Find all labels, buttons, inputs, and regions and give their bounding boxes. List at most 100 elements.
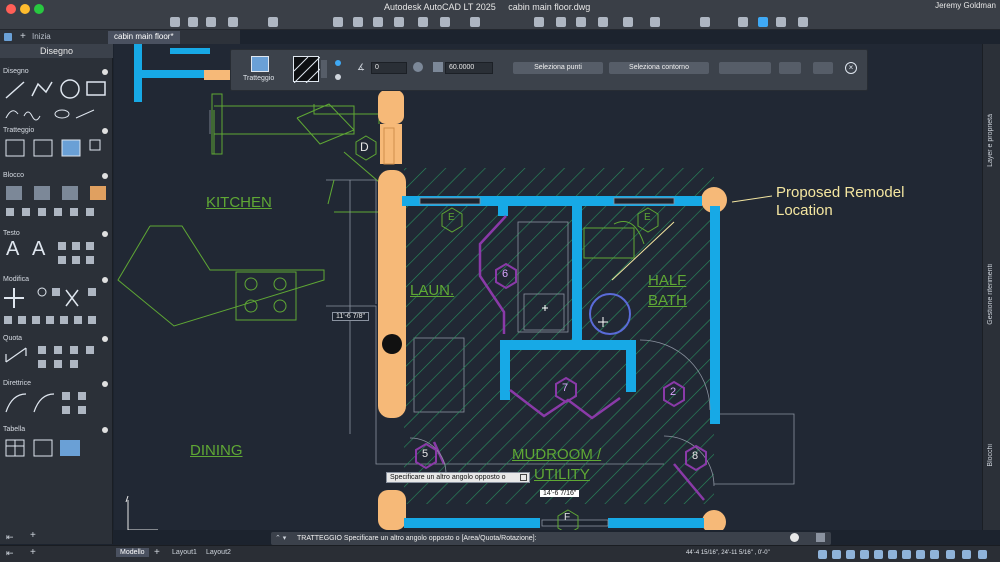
- measure-icon[interactable]: [373, 17, 383, 27]
- zoom-window-button[interactable]: [34, 4, 44, 14]
- status-menu-icon[interactable]: [978, 550, 987, 559]
- share-icon[interactable]: [700, 17, 710, 27]
- tab-layout2[interactable]: Layout2: [206, 549, 231, 556]
- otrack-icon[interactable]: [902, 550, 911, 559]
- dimension-tools[interactable]: [4, 344, 110, 374]
- bgcolor-dot-icon[interactable]: [335, 74, 341, 80]
- plot-icon[interactable]: [268, 17, 278, 27]
- palette-menu-icon[interactable]: ⇤: [6, 532, 14, 543]
- section-toggle-icon[interactable]: [102, 231, 108, 237]
- send-icon[interactable]: [758, 17, 768, 27]
- new-tab-icon[interactable]: +: [20, 31, 26, 42]
- section-tratteggio[interactable]: Tratteggio: [3, 127, 34, 134]
- modify-tools[interactable]: [4, 286, 110, 332]
- command-recent-icon[interactable]: [790, 533, 799, 542]
- workspace-switch-icon[interactable]: [946, 550, 955, 559]
- section-quota[interactable]: Quota: [3, 335, 22, 342]
- scale-icon[interactable]: [433, 62, 443, 72]
- snap-icon[interactable]: [846, 550, 855, 559]
- hatch-tools[interactable]: [4, 136, 110, 164]
- cloud-icon[interactable]: [776, 17, 786, 27]
- tab-home[interactable]: Inizia: [32, 32, 51, 41]
- section-toggle-icon[interactable]: [102, 277, 108, 283]
- minimize-window-button[interactable]: [20, 4, 30, 14]
- color-dot-icon[interactable]: [335, 60, 341, 66]
- ortho-icon[interactable]: [860, 550, 869, 559]
- match-properties-icon[interactable]: [440, 17, 450, 27]
- section-toggle-icon[interactable]: [102, 427, 108, 433]
- section-blocco[interactable]: Blocco: [3, 172, 24, 179]
- annotation-scale-icon[interactable]: [930, 550, 939, 559]
- pick-points-button[interactable]: Seleziona punti: [513, 62, 603, 74]
- section-disegno[interactable]: Disegno: [3, 68, 29, 75]
- undo-icon[interactable]: [333, 17, 343, 27]
- layout-menu-icon[interactable]: ⇤: [6, 548, 14, 559]
- blocks-panel-tab[interactable]: Blocchi: [987, 444, 994, 467]
- section-toggle-icon[interactable]: [102, 128, 108, 134]
- user-account[interactable]: Jeremy Goldman: [935, 1, 996, 10]
- save-icon[interactable]: [206, 17, 216, 27]
- angle-field[interactable]: 0: [371, 62, 407, 74]
- table-tools[interactable]: [4, 436, 110, 462]
- zoom-icon[interactable]: [534, 17, 544, 27]
- text-style-icon[interactable]: A: [32, 238, 45, 261]
- visual-style-icon[interactable]: [598, 17, 608, 27]
- grid-menu-icon[interactable]: [4, 33, 12, 41]
- close-hatch-icon[interactable]: ×: [845, 62, 857, 74]
- hatch-swatch[interactable]: [293, 56, 321, 84]
- drawing-canvas[interactable]: KITCHEN LAUN. HALF BATH DINING MUDROOM /…: [114, 44, 982, 530]
- dynamic-input-tooltip[interactable]: Specificare un altro angolo opposto o: [386, 472, 530, 483]
- lineweight-icon[interactable]: [916, 550, 925, 559]
- palette-add-icon[interactable]: +: [30, 530, 36, 541]
- section-toggle-icon[interactable]: [102, 336, 108, 342]
- isolate-icon[interactable]: [962, 550, 971, 559]
- new-file-icon[interactable]: [170, 17, 180, 27]
- command-customize-icon[interactable]: [816, 533, 825, 542]
- leader-tools[interactable]: [4, 390, 110, 418]
- tab-layout1[interactable]: Layout1: [172, 549, 197, 556]
- layers-panel-tab[interactable]: Layer e proprietà: [987, 114, 994, 167]
- section-modifica[interactable]: Modifica: [3, 276, 29, 283]
- swatch-dropdown-icon[interactable]: [321, 60, 327, 78]
- print-icon[interactable]: [738, 17, 748, 27]
- hatch-pattern-icon[interactable]: [251, 56, 269, 72]
- scale-field[interactable]: 60.0000: [445, 62, 493, 74]
- redo-icon[interactable]: [353, 17, 363, 27]
- tab-cabin-main-floor[interactable]: cabin main floor*: [108, 31, 180, 44]
- dimension-label-1[interactable]: 11'-6 7/8": [332, 312, 369, 321]
- rotation-icon[interactable]: [413, 62, 423, 72]
- hatch-settings-button[interactable]: [813, 62, 833, 74]
- command-history-icon[interactable]: ⌃ ▾: [275, 532, 286, 545]
- save-as-icon[interactable]: [228, 17, 238, 27]
- references-panel-tab[interactable]: Gestione riferimenti: [987, 264, 994, 325]
- text-tools[interactable]: [56, 240, 108, 268]
- section-testo[interactable]: Testo: [3, 230, 20, 237]
- add-layout-icon[interactable]: +: [154, 547, 160, 558]
- layer-icon[interactable]: [394, 17, 404, 27]
- section-toggle-icon[interactable]: [102, 381, 108, 387]
- pan-icon[interactable]: [470, 17, 480, 27]
- remove-boundary-button[interactable]: [719, 62, 771, 74]
- section-toggle-icon[interactable]: [102, 69, 108, 75]
- tooltip-dropdown-icon[interactable]: [520, 474, 527, 481]
- select-boundary-button[interactable]: Seleziona contorno: [609, 62, 709, 74]
- properties-icon[interactable]: [418, 17, 428, 27]
- orbit-icon[interactable]: [556, 17, 566, 27]
- section-toggle-icon[interactable]: [102, 173, 108, 179]
- section-tabella[interactable]: Tabella: [3, 426, 25, 433]
- grid-icon[interactable]: [832, 550, 841, 559]
- view-icon[interactable]: [576, 17, 586, 27]
- section-direttrice[interactable]: Direttrice: [3, 380, 31, 387]
- block-tools[interactable]: [4, 182, 110, 222]
- model-space-icon[interactable]: [818, 550, 827, 559]
- multiline-text-icon[interactable]: A: [6, 238, 19, 261]
- command-line[interactable]: ⌃ ▾ TRATTEGGIO Specificare un altro ango…: [271, 532, 831, 545]
- close-window-button[interactable]: [6, 4, 16, 14]
- help-icon[interactable]: [798, 17, 808, 27]
- open-file-icon[interactable]: [188, 17, 198, 27]
- layout-add-icon[interactable]: +: [30, 547, 36, 558]
- dimension-input[interactable]: 14'-6 7/16": [540, 490, 580, 497]
- polar-icon[interactable]: [874, 550, 883, 559]
- osnap-icon[interactable]: [888, 550, 897, 559]
- workspace-icon[interactable]: [623, 17, 633, 27]
